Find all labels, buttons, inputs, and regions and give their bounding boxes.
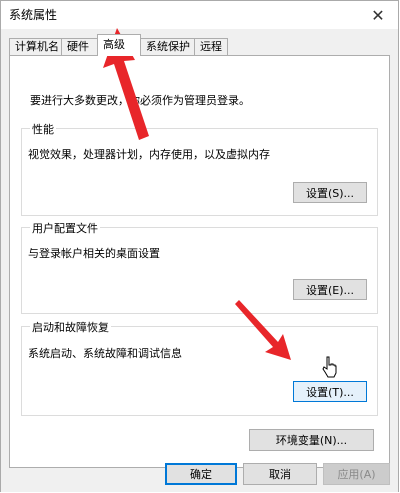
startup-recovery-desc: 系统启动、系统故障和调试信息 (28, 347, 182, 360)
performance-settings-button[interactable]: 设置(S)... (293, 182, 367, 203)
tab-system-protection[interactable]: 系统保护 (140, 38, 195, 55)
admin-note: 要进行大多数更改，你必须作为管理员登录。 (30, 94, 250, 107)
ok-button[interactable]: 确定 (165, 463, 237, 485)
startup-recovery-group-title: 启动和故障恢复 (30, 319, 111, 335)
title-bar: 系统属性 ✕ (1, 1, 398, 29)
environment-variables-button[interactable]: 环境变量(N)... (249, 429, 374, 451)
tab-hardware[interactable]: 硬件 (61, 38, 98, 55)
tab-computer-name[interactable]: 计算机名 (9, 38, 62, 55)
window-title: 系统属性 (9, 8, 58, 22)
apply-button[interactable]: 应用(A) (323, 463, 390, 485)
user-profiles-group: 用户配置文件 与登录帐户相关的桌面设置 设置(E)... (21, 220, 378, 314)
performance-desc: 视觉效果，处理器计划，内存使用，以及虚拟内存 (28, 148, 270, 161)
tab-advanced[interactable]: 高级 (97, 34, 141, 56)
user-profiles-desc: 与登录帐户相关的桌面设置 (28, 247, 160, 260)
tab-remote[interactable]: 远程 (194, 38, 228, 55)
startup-recovery-group: 启动和故障恢复 系统启动、系统故障和调试信息 设置(T)... (21, 319, 378, 416)
performance-group-title: 性能 (30, 121, 56, 137)
system-properties-window: 系统属性 ✕ 计算机名 硬件 高级 系统保护 远程 要进行大多数更改，你必须作为… (0, 0, 399, 492)
dialog-body: 计算机名 硬件 高级 系统保护 远程 要进行大多数更改，你必须作为管理员登录。 … (1, 29, 398, 492)
user-profiles-group-title: 用户配置文件 (30, 220, 100, 236)
close-icon[interactable]: ✕ (358, 1, 398, 29)
cancel-button[interactable]: 取消 (243, 463, 317, 485)
user-profiles-settings-button[interactable]: 设置(E)... (293, 279, 367, 300)
performance-group: 性能 视觉效果，处理器计划，内存使用，以及虚拟内存 设置(S)... (21, 121, 378, 216)
startup-recovery-settings-button[interactable]: 设置(T)... (293, 381, 367, 402)
advanced-tab-panel: 要进行大多数更改，你必须作为管理员登录。 性能 视觉效果，处理器计划，内存使用，… (9, 55, 390, 468)
